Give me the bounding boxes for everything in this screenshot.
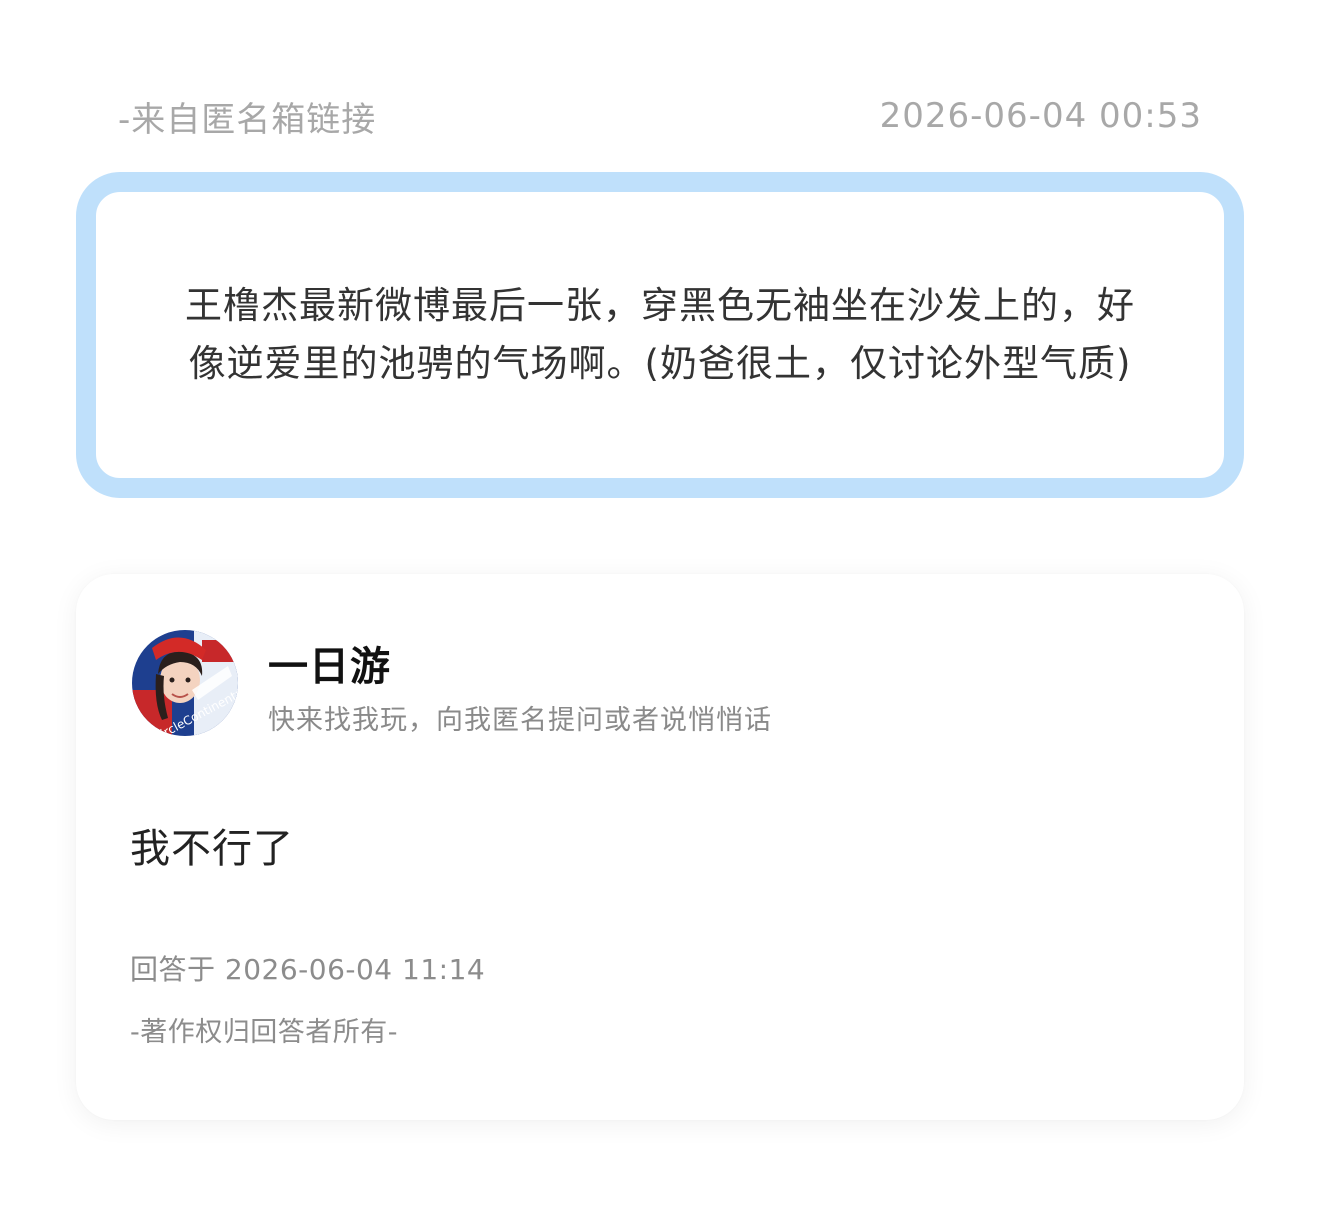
question-timestamp: 2026-06-04 00:53 (879, 96, 1202, 136)
question-meta-row: -来自匿名箱链接 2026-06-04 00:53 (118, 90, 1202, 142)
answer-card: CircleContinental 一日游 快来找我玩，向我匿名提问或者说悄悄话… (76, 574, 1244, 1120)
user-name[interactable]: 一日游 (268, 634, 391, 692)
answer-text: 我不行了 (130, 826, 294, 872)
user-avatar-icon[interactable]: CircleContinental (132, 630, 238, 736)
question-text: 王橹杰最新微博最后一张，穿黑色无袖坐在沙发上的，好像逆爱里的池骋的气场啊。(奶爸… (185, 284, 1135, 385)
question-card: 王橹杰最新微博最后一张，穿黑色无袖坐在沙发上的，好像逆爱里的池骋的气场啊。(奶爸… (76, 172, 1244, 498)
user-bio: 快来找我玩，向我匿名提问或者说悄悄话 (268, 705, 772, 736)
page: -来自匿名箱链接 2026-06-04 00:53 王橹杰最新微博最后一张，穿黑… (0, 0, 1320, 1212)
answer-timestamp: 回答于 2026-06-04 11:14 (130, 953, 486, 986)
copyright-notice: -著作权归回答者所有- (130, 1017, 398, 1048)
question-source-label: -来自匿名箱链接 (118, 99, 377, 140)
